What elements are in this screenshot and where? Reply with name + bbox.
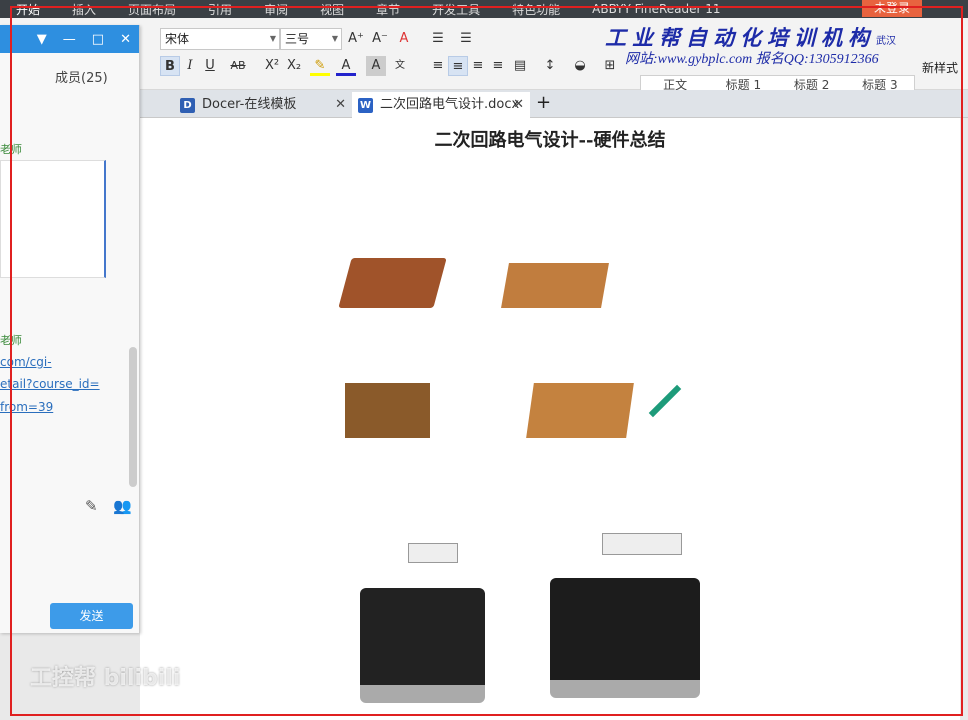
course-link[interactable]: etail?course_id= (0, 377, 100, 391)
sender-name: 老师 (0, 143, 22, 156)
menu-review[interactable]: 审阅 (248, 1, 304, 18)
fuse-label-image-1 (408, 543, 458, 563)
char-shading-icon[interactable]: A (366, 56, 386, 76)
pinyin-icon[interactable]: 文 (390, 56, 410, 76)
bold-button[interactable]: B (160, 56, 180, 76)
font-color-icon[interactable]: A (336, 56, 356, 76)
login-button[interactable]: 未登录 (862, 0, 922, 17)
line-spacing-icon[interactable]: ↕ (540, 56, 560, 76)
new-tab-button[interactable]: + (536, 92, 551, 113)
watermark-city: 武汉 (876, 36, 896, 47)
tab-label: 二次回路电气设计.docx (380, 97, 520, 112)
underline-button[interactable]: U (200, 56, 220, 76)
font-size-value: 三号 (285, 32, 310, 46)
menu-section[interactable]: 章节 (360, 1, 416, 18)
knife-switch-image-2 (501, 263, 609, 308)
knife-switch-image-4 (526, 383, 634, 438)
video-watermark: 工控帮 bilibili (30, 666, 181, 691)
send-button[interactable]: 发送 (50, 603, 133, 629)
members-count[interactable]: 成员(25) (55, 67, 108, 86)
highlight-icon[interactable]: ✎ (310, 56, 330, 76)
superscript-button[interactable]: X² (262, 56, 282, 76)
close-icon[interactable]: ✕ (513, 92, 524, 118)
shrink-font-icon[interactable]: A⁻ (370, 29, 390, 49)
chat-titlebar: ▼ — □ ✕ (0, 25, 139, 53)
menu-layout[interactable]: 页面布局 (112, 1, 192, 18)
fuse-switch-image-2 (550, 578, 700, 698)
menu-abbyy[interactable]: ABBYY FineReader 11 (576, 2, 736, 16)
menu-bar: 开始 插入 页面布局 引用 审阅 视图 章节 开发工具 特色功能 ABBYY F… (0, 0, 968, 18)
align-left-icon[interactable]: ≡ (428, 56, 448, 76)
knife-switch-image-1 (338, 258, 447, 308)
document-page: 二次回路电气设计--硬件总结 (140, 118, 960, 720)
font-name-select[interactable]: 宋体 ▼ (160, 28, 280, 50)
watermark-contact: 网站:www.gybplc.com 报名QQ:1305912366 (625, 52, 879, 67)
menu-references[interactable]: 引用 (192, 1, 248, 18)
italic-button[interactable]: I (180, 56, 200, 76)
new-style-button[interactable]: 新样式 (922, 59, 958, 76)
menu-features[interactable]: 特色功能 (496, 1, 576, 18)
docer-icon: D (180, 98, 195, 113)
chat-panel: ▼ — □ ✕ 成员(25) 老师 老师 com/cgi- etail?cour… (0, 25, 140, 633)
screenshot-thumbnail[interactable] (0, 160, 106, 278)
bullet-list-icon[interactable]: ☰ (428, 29, 448, 49)
document-title: 二次回路电气设计--硬件总结 (434, 130, 666, 151)
fuse-switch-image-1 (360, 588, 485, 703)
green-handle-image (648, 384, 682, 418)
menu-home[interactable]: 开始 (0, 1, 56, 18)
menu-insert[interactable]: 插入 (56, 1, 112, 18)
chat-scrollbar[interactable] (129, 347, 137, 487)
menu-view[interactable]: 视图 (304, 1, 360, 18)
close-icon[interactable]: ✕ (335, 92, 346, 118)
tab-label: Docer-在线模板 (202, 97, 297, 112)
distribute-icon[interactable]: ▤ (510, 56, 530, 76)
fuse-label-image-2 (602, 533, 682, 555)
grow-font-icon[interactable]: A⁺ (346, 29, 366, 49)
members-icon[interactable]: 👥 (113, 497, 132, 515)
word-doc-icon: W (358, 98, 373, 113)
maximize-icon[interactable]: □ (92, 32, 104, 47)
font-size-select[interactable]: 三号 ▼ (280, 28, 342, 50)
minimize-icon[interactable]: — (63, 32, 76, 47)
strikethrough-button[interactable]: AB (228, 56, 248, 76)
document-tab-bar: D Docer-在线模板 ✕ W 二次回路电气设计.docx ✕ + (140, 90, 968, 118)
menu-developer[interactable]: 开发工具 (416, 1, 496, 18)
edit-icon[interactable]: ✎ (85, 497, 98, 515)
border-icon[interactable]: ⊞ (600, 56, 620, 76)
tab-docer[interactable]: D Docer-在线模板 ✕ (174, 92, 352, 118)
dropdown-icon[interactable]: ▼ (37, 32, 47, 47)
close-icon[interactable]: ✕ (120, 32, 131, 47)
course-link[interactable]: com/cgi- (0, 355, 52, 369)
subscript-button[interactable]: X₂ (284, 56, 304, 76)
clear-format-icon[interactable]: A (394, 29, 414, 49)
align-center-icon[interactable]: ≡ (448, 56, 468, 76)
sender-name: 老师 (0, 334, 22, 347)
numbered-list-icon[interactable]: ☰ (456, 29, 476, 49)
course-link[interactable]: from=39 (0, 400, 53, 414)
align-right-icon[interactable]: ≡ (468, 56, 488, 76)
tab-document[interactable]: W 二次回路电气设计.docx ✕ (352, 92, 530, 118)
knife-switch-image-3 (345, 383, 430, 438)
shading-icon[interactable]: ◒ (570, 56, 590, 76)
justify-icon[interactable]: ≡ (488, 56, 508, 76)
font-name-value: 宋体 (165, 32, 190, 46)
